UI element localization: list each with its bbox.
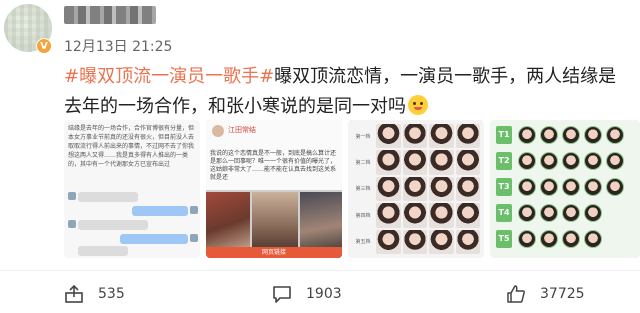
- tier-face: [584, 126, 602, 144]
- share-icon: [65, 284, 83, 303]
- like-count: 37725: [540, 286, 585, 302]
- grid-face: [376, 229, 401, 254]
- grid-face: [402, 176, 427, 202]
- tier-face: [540, 230, 558, 248]
- grid-row-label: 第二档: [355, 160, 371, 167]
- grid-face: [376, 203, 401, 228]
- tier-face: [518, 178, 536, 196]
- chat-avatar: [68, 220, 76, 228]
- tier-row: T4: [496, 202, 634, 224]
- actress-grid: 第一档 第二档 第三档 第四档 第五档: [352, 124, 480, 254]
- tier-face: [562, 178, 580, 196]
- like-button[interactable]: 37725: [506, 278, 585, 310]
- grid-row-label: 第三档: [355, 186, 371, 193]
- post-content: #曝双顶流一演员一歌手#曝双顶流恋情，一演员一歌手，两人结缘是去年的一场合作，和…: [64, 62, 634, 122]
- tier-face: [540, 126, 558, 144]
- grid-face: [402, 203, 427, 228]
- chat-bubble: [120, 234, 188, 244]
- tier-row: T1: [496, 124, 634, 146]
- tier-tag: T3: [496, 178, 512, 196]
- tier-face: [518, 126, 536, 144]
- grid-face: [376, 176, 401, 202]
- thumbs-up-icon: [507, 285, 525, 303]
- grid-row-label: 第一档: [355, 133, 371, 140]
- grid-face: [402, 229, 427, 254]
- hashtag-link[interactable]: #曝双顶流一演员一歌手#: [64, 66, 274, 87]
- tier-face: [606, 152, 624, 170]
- username-blurred[interactable]: [64, 6, 156, 24]
- tier-face: [518, 152, 536, 170]
- grid-face: [429, 203, 454, 228]
- grid-face: [455, 150, 480, 175]
- tier-face: [540, 204, 558, 222]
- chat-bubble: [132, 206, 188, 216]
- laughing-emoji-icon: [408, 95, 428, 115]
- article-link: 网页链接: [206, 247, 342, 258]
- grid-face: [376, 150, 401, 175]
- grid-face: [455, 203, 480, 228]
- comment-count: 1903: [306, 286, 342, 302]
- image-gallery: 结缘是去年的一场合作，合作官博很有分量，但本女方事业节前真的还没有很火，但目前没…: [64, 120, 640, 258]
- image-article-screenshot[interactable]: 江田常结 我说的这个恋情真是不一般，到底是搞么算计还是那么一回事呢？唯一一个很有…: [206, 120, 342, 258]
- tier-face: [584, 152, 602, 170]
- grid-face: [402, 150, 427, 175]
- tier-face: [562, 152, 580, 170]
- tier-tag: T1: [496, 126, 512, 144]
- image-actress-grid[interactable]: 第一档 第二档 第三档 第四档 第五档: [348, 120, 484, 258]
- tier-tag: T2: [496, 152, 512, 170]
- chat-bubble: [78, 246, 128, 256]
- tier-face: [606, 126, 624, 144]
- tier-face: [562, 204, 580, 222]
- tier-face: [606, 178, 624, 196]
- divider: [0, 270, 640, 271]
- tier-face: [540, 152, 558, 170]
- tier-face: [584, 204, 602, 222]
- tier-face: [540, 178, 558, 196]
- article-body: 我说的这个恋情真是不一般，到底是搞么算计还是那么一回事呢？唯一一个很有价值的曝光…: [210, 150, 337, 181]
- grid-face: [429, 229, 454, 254]
- chat-bubble: [78, 192, 138, 202]
- tier-row: T5: [496, 228, 634, 250]
- tier-tag: T4: [496, 204, 512, 222]
- chat-avatar: [68, 192, 76, 200]
- tier-row: T3: [496, 176, 634, 198]
- image-tier-ranking[interactable]: T1 T2 T3 T4 T5: [490, 120, 640, 258]
- grid-face: [455, 124, 480, 149]
- post-timestamp[interactable]: 12月13日 21:25: [64, 36, 172, 56]
- chat-bubble: [78, 220, 148, 230]
- grid-face: [429, 176, 454, 202]
- tier-face: [518, 204, 536, 222]
- tier-row: T2: [496, 150, 634, 172]
- tier-face: [518, 230, 536, 248]
- grid-face: [402, 124, 427, 149]
- grid-row-label: 第五档: [355, 239, 371, 246]
- verified-badge-icon: V: [36, 38, 52, 54]
- grid-face: [376, 124, 401, 149]
- grid-face: [455, 229, 480, 254]
- comment-button[interactable]: 1903: [272, 278, 342, 310]
- share-count: 535: [98, 286, 125, 302]
- chat-text: 结缘是去年的一场合作，合作官博很有分量，但本女方事业节前真的还没有很火，但目前没…: [68, 125, 195, 168]
- grid-face: [455, 176, 480, 202]
- article-author: 江田常结: [228, 126, 256, 134]
- grid-row-label: 第四档: [355, 212, 371, 219]
- chat-avatar: [190, 234, 198, 242]
- grid-face: [429, 124, 454, 149]
- tier-tag: T5: [496, 230, 512, 248]
- share-button[interactable]: 535: [64, 278, 125, 310]
- tier-face: [562, 126, 580, 144]
- post-header: V 12月13日 21:25: [0, 0, 640, 60]
- tier-face: [584, 178, 602, 196]
- tier-face: [584, 230, 602, 248]
- tier-face: [562, 230, 580, 248]
- grid-face: [429, 150, 454, 175]
- action-bar: 535 1903 37725: [0, 278, 640, 310]
- comment-icon: [273, 286, 291, 303]
- image-chat-screenshot[interactable]: 结缘是去年的一场合作，合作官博很有分量，但本女方事业节前真的还没有很火，但目前没…: [64, 120, 200, 258]
- article-avatar: [212, 125, 224, 137]
- chat-avatar: [190, 206, 198, 214]
